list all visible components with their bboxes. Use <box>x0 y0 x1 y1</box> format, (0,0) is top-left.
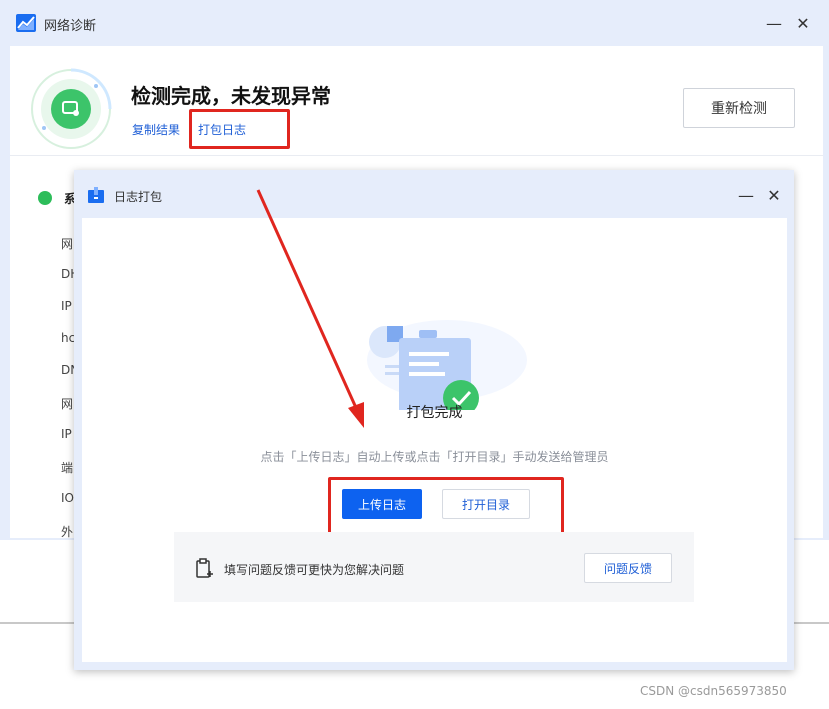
dialog-title-bar: 日志打包 — ✕ <box>74 170 794 218</box>
close-button[interactable]: ✕ <box>791 11 815 35</box>
feedback-panel: 填写问题反馈可更快为您解决问题 问题反馈 <box>174 532 694 602</box>
csdn-watermark: CSDN @csdn565973850 <box>640 684 787 698</box>
result-row-label: 网 <box>61 237 74 251</box>
network-chart-icon <box>16 14 36 32</box>
network-status-icon <box>31 68 112 149</box>
recheck-button[interactable]: 重新检测 <box>683 88 795 128</box>
detection-headline: 检测完成，未发现异常 <box>131 84 331 108</box>
result-row-label: IP <box>61 299 72 313</box>
result-row-label: 端 <box>61 461 74 475</box>
dialog-minimize-button[interactable]: — <box>734 183 758 207</box>
feedback-prompt: 填写问题反馈可更快为您解决问题 <box>224 563 405 577</box>
pack-complete-title: 打包完成 <box>406 405 463 421</box>
package-icon <box>88 187 104 203</box>
dialog-title: 日志打包 <box>114 190 163 204</box>
pack-description: 点击「上传日志」自动上传或点击「打开目录」手动发送给管理员 <box>260 450 609 464</box>
close-icon: ✕ <box>767 185 781 205</box>
pack-complete-illustration <box>367 320 527 410</box>
close-icon: ✕ <box>796 13 810 33</box>
minimize-button[interactable]: — <box>762 11 786 35</box>
result-row-label: IO <box>61 491 74 505</box>
annotation-box-pack-logs <box>189 109 290 149</box>
copy-result-link[interactable]: 复制结果 <box>132 121 180 138</box>
result-row-label: 外 <box>61 525 74 539</box>
dialog-close-button[interactable]: ✕ <box>762 183 786 207</box>
feedback-button[interactable]: 问题反馈 <box>584 553 672 583</box>
minimize-icon: — <box>766 13 782 33</box>
dialog-body: 打包完成 点击「上传日志」自动上传或点击「打开目录」手动发送给管理员 上传日志 … <box>82 218 787 662</box>
success-check-icon <box>38 191 52 205</box>
divider <box>10 155 823 156</box>
minimize-icon: — <box>738 185 754 205</box>
log-pack-dialog: 日志打包 — ✕ 打包完成 点击「上传日志」自动上传或点击「打开目录」手动发送给… <box>74 170 794 670</box>
annotation-box-buttons <box>328 477 564 535</box>
clipboard-add-icon <box>196 558 213 578</box>
main-window-title: 网络诊断 <box>44 19 97 34</box>
result-row-label: 网 <box>61 397 74 411</box>
result-row-label: IP <box>61 427 72 441</box>
main-title-bar: 网络诊断 — ✕ <box>0 0 829 46</box>
